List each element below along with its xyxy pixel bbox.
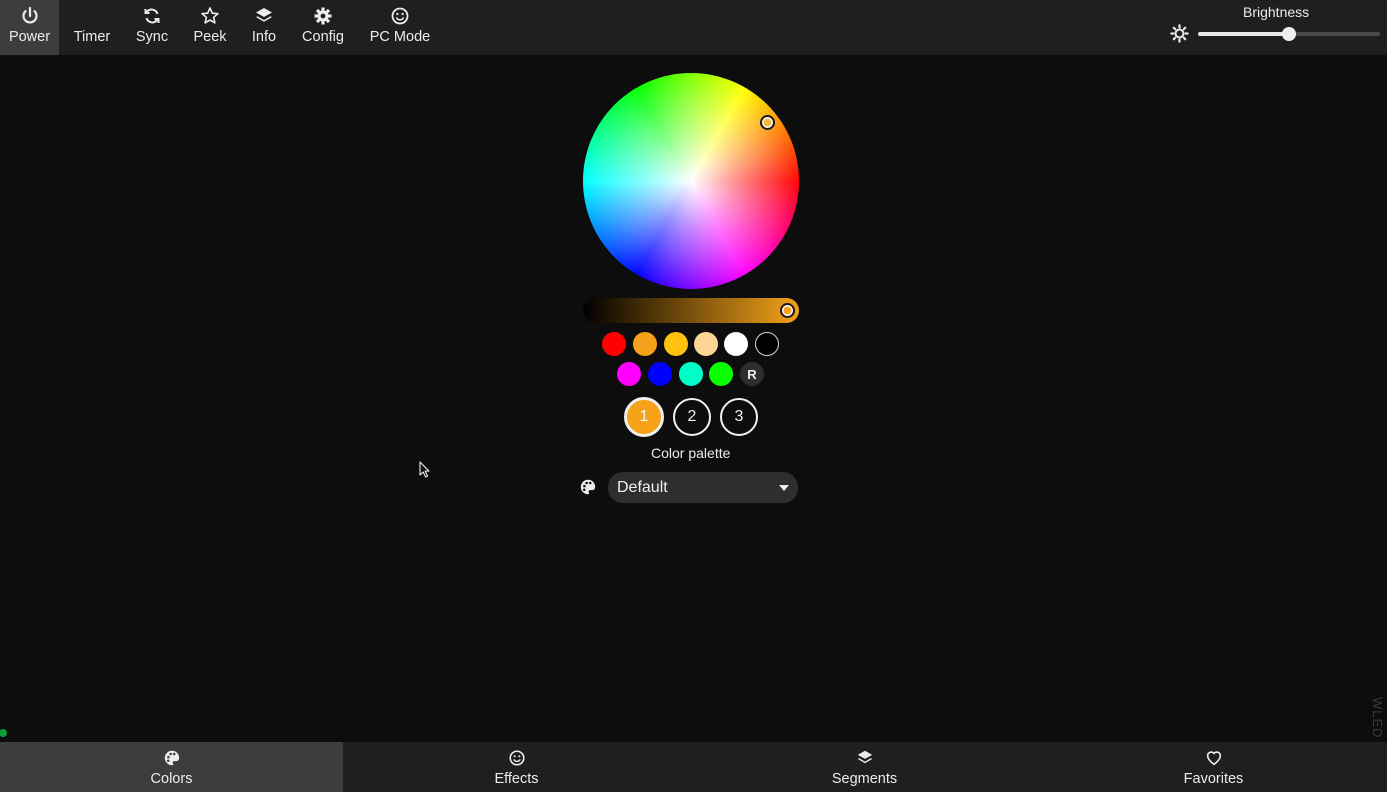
smiley-icon — [508, 750, 525, 766]
timer-label: Timer — [73, 29, 111, 45]
smiley-icon — [391, 7, 409, 25]
tab-segments[interactable]: Segments — [693, 742, 1036, 792]
layers-icon — [857, 750, 872, 764]
tab-effects[interactable]: Effects — [345, 742, 688, 792]
sync-label: Sync — [135, 29, 169, 45]
quick-color-white[interactable] — [724, 332, 748, 356]
quick-color-magenta[interactable] — [617, 362, 641, 386]
quick-color-black[interactable] — [755, 332, 779, 356]
pc-mode-label: PC Mode — [369, 29, 431, 45]
info-label: Info — [251, 29, 277, 45]
brightness-icon — [1170, 24, 1189, 43]
palette-select[interactable]: Default — [608, 472, 798, 503]
pc-mode-button[interactable]: PC Mode — [366, 0, 434, 55]
tab-colors[interactable]: Colors — [0, 742, 343, 792]
peek-button[interactable]: Peek — [188, 0, 232, 55]
tab-segments-label: Segments — [831, 771, 898, 787]
heart-icon — [1206, 751, 1221, 766]
brightness-fill — [1198, 32, 1289, 36]
color-wheel[interactable] — [583, 73, 799, 289]
tab-favorites-label: Favorites — [1183, 771, 1244, 787]
random-color-button[interactable]: R — [740, 362, 764, 386]
wled-watermark: WLED — [1370, 697, 1385, 739]
value-slider-handle[interactable] — [780, 303, 795, 318]
star-icon — [201, 7, 219, 24]
color-slot-3[interactable]: 3 — [720, 398, 758, 436]
power-label: Power — [8, 29, 51, 45]
bottom-nav: Colors Effects Segments Favorites — [0, 742, 1387, 792]
tab-effects-label: Effects — [494, 771, 539, 787]
sync-icon — [144, 8, 160, 24]
power-button[interactable]: Power — [0, 0, 59, 55]
top-bar: Power Timer Sync Peek Info Config PC Mod… — [0, 0, 1387, 55]
palette-selected-value: Default — [617, 478, 668, 496]
color-slot-1[interactable]: 1 — [624, 397, 664, 437]
gear-icon — [314, 7, 332, 25]
mouse-cursor-icon — [419, 461, 430, 478]
palette-label: Color palette — [651, 445, 731, 461]
quick-color-warm-white[interactable] — [694, 332, 718, 356]
chevron-down-icon — [779, 485, 789, 491]
quick-color-orange[interactable] — [633, 332, 657, 356]
color-wheel-handle[interactable] — [760, 115, 775, 130]
config-label: Config — [302, 29, 344, 45]
brightness-thumb[interactable] — [1282, 27, 1296, 41]
quick-color-red[interactable] — [602, 332, 626, 356]
palette-icon — [164, 750, 179, 766]
layers-icon — [256, 8, 272, 22]
brightness-label: Brightness — [1243, 4, 1310, 20]
quick-color-blue[interactable] — [648, 362, 672, 386]
brightness-slider[interactable] — [1198, 27, 1380, 41]
tab-colors-label: Colors — [150, 771, 193, 787]
info-button[interactable]: Info — [246, 0, 282, 55]
quick-color-cyan[interactable] — [679, 362, 703, 386]
value-slider[interactable] — [583, 298, 799, 323]
timer-button[interactable]: Timer — [63, 0, 121, 55]
color-slot-2[interactable]: 2 — [673, 398, 711, 436]
quick-color-green[interactable] — [709, 362, 733, 386]
quick-color-yellow[interactable] — [664, 332, 688, 356]
tab-favorites[interactable]: Favorites — [1042, 742, 1385, 792]
moon-icon — [90, 8, 98, 24]
config-button[interactable]: Config — [298, 0, 348, 55]
sync-button[interactable]: Sync — [128, 0, 176, 55]
palette-icon — [580, 479, 596, 495]
connection-status-dot — [0, 729, 7, 737]
peek-label: Peek — [193, 29, 227, 45]
power-icon — [21, 6, 38, 24]
